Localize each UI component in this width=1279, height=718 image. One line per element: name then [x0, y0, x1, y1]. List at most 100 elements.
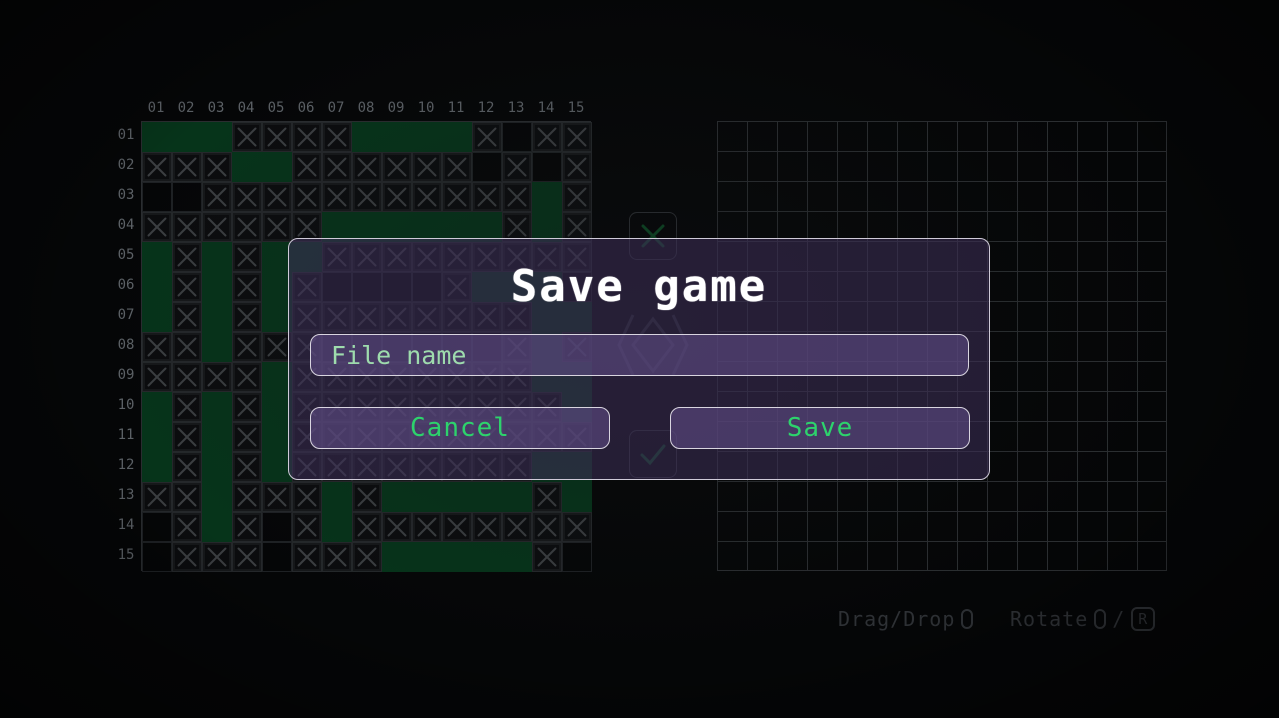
crossed-cell[interactable]: [532, 482, 562, 512]
filled-cell[interactable]: [412, 122, 442, 152]
crossed-cell[interactable]: [262, 482, 292, 512]
crossed-cell[interactable]: [562, 152, 592, 182]
filled-cell[interactable]: [322, 512, 352, 542]
filled-cell[interactable]: [202, 332, 232, 362]
crossed-cell[interactable]: [502, 152, 532, 182]
crossed-cell[interactable]: [412, 512, 442, 542]
crossed-cell[interactable]: [172, 302, 202, 332]
filled-cell[interactable]: [202, 392, 232, 422]
crossed-cell[interactable]: [322, 182, 352, 212]
filled-cell[interactable]: [142, 302, 172, 332]
crossed-cell[interactable]: [232, 182, 262, 212]
crossed-cell[interactable]: [292, 122, 322, 152]
crossed-cell[interactable]: [232, 512, 262, 542]
crossed-cell[interactable]: [562, 182, 592, 212]
filled-cell[interactable]: [202, 272, 232, 302]
crossed-cell[interactable]: [532, 542, 562, 572]
filled-cell[interactable]: [202, 452, 232, 482]
crossed-cell[interactable]: [232, 542, 262, 572]
crossed-cell[interactable]: [322, 152, 352, 182]
filled-cell[interactable]: [202, 482, 232, 512]
crossed-cell[interactable]: [172, 152, 202, 182]
crossed-cell[interactable]: [172, 212, 202, 242]
empty-cell[interactable]: [262, 542, 292, 572]
crossed-cell[interactable]: [142, 362, 172, 392]
crossed-cell[interactable]: [292, 482, 322, 512]
crossed-cell[interactable]: [142, 152, 172, 182]
crossed-cell[interactable]: [322, 542, 352, 572]
filled-cell[interactable]: [382, 482, 412, 512]
filled-cell[interactable]: [202, 422, 232, 452]
empty-cell[interactable]: [262, 512, 292, 542]
save-button[interactable]: Save: [670, 407, 970, 449]
filled-cell[interactable]: [472, 482, 502, 512]
filled-cell[interactable]: [352, 122, 382, 152]
crossed-cell[interactable]: [172, 332, 202, 362]
crossed-cell[interactable]: [172, 242, 202, 272]
filled-cell[interactable]: [562, 482, 592, 512]
crossed-cell[interactable]: [352, 152, 382, 182]
crossed-cell[interactable]: [172, 542, 202, 572]
crossed-cell[interactable]: [232, 272, 262, 302]
filled-cell[interactable]: [142, 122, 172, 152]
crossed-cell[interactable]: [502, 182, 532, 212]
empty-cell[interactable]: [142, 182, 172, 212]
crossed-cell[interactable]: [262, 212, 292, 242]
crossed-cell[interactable]: [232, 482, 262, 512]
crossed-cell[interactable]: [292, 542, 322, 572]
crossed-cell[interactable]: [142, 332, 172, 362]
crossed-cell[interactable]: [532, 512, 562, 542]
crossed-cell[interactable]: [382, 152, 412, 182]
crossed-cell[interactable]: [232, 212, 262, 242]
filled-cell[interactable]: [262, 152, 292, 182]
crossed-cell[interactable]: [232, 422, 262, 452]
crossed-cell[interactable]: [382, 182, 412, 212]
crossed-cell[interactable]: [172, 452, 202, 482]
crossed-cell[interactable]: [202, 182, 232, 212]
crossed-cell[interactable]: [202, 212, 232, 242]
filled-cell[interactable]: [442, 122, 472, 152]
filled-cell[interactable]: [142, 242, 172, 272]
crossed-cell[interactable]: [172, 422, 202, 452]
crossed-cell[interactable]: [232, 362, 262, 392]
crossed-cell[interactable]: [442, 152, 472, 182]
crossed-cell[interactable]: [172, 482, 202, 512]
crossed-cell[interactable]: [172, 392, 202, 422]
crossed-cell[interactable]: [142, 482, 172, 512]
filled-cell[interactable]: [232, 152, 262, 182]
crossed-cell[interactable]: [472, 182, 502, 212]
filled-cell[interactable]: [202, 242, 232, 272]
crossed-cell[interactable]: [352, 182, 382, 212]
filled-cell[interactable]: [442, 542, 472, 572]
crossed-cell[interactable]: [202, 542, 232, 572]
crossed-cell[interactable]: [412, 182, 442, 212]
crossed-cell[interactable]: [262, 122, 292, 152]
filled-cell[interactable]: [202, 302, 232, 332]
filled-cell[interactable]: [472, 542, 502, 572]
crossed-cell[interactable]: [412, 152, 442, 182]
crossed-cell[interactable]: [472, 122, 502, 152]
filled-cell[interactable]: [172, 122, 202, 152]
empty-cell[interactable]: [472, 152, 502, 182]
crossed-cell[interactable]: [142, 212, 172, 242]
filled-cell[interactable]: [202, 122, 232, 152]
crossed-cell[interactable]: [502, 512, 532, 542]
crossed-cell[interactable]: [202, 362, 232, 392]
filled-cell[interactable]: [142, 422, 172, 452]
crossed-cell[interactable]: [352, 482, 382, 512]
filled-cell[interactable]: [142, 392, 172, 422]
crossed-cell[interactable]: [172, 362, 202, 392]
filled-cell[interactable]: [142, 272, 172, 302]
crossed-cell[interactable]: [232, 392, 262, 422]
empty-cell[interactable]: [532, 152, 562, 182]
filled-cell[interactable]: [502, 542, 532, 572]
filled-cell[interactable]: [202, 512, 232, 542]
crossed-cell[interactable]: [562, 122, 592, 152]
filled-cell[interactable]: [412, 542, 442, 572]
crossed-cell[interactable]: [442, 182, 472, 212]
crossed-cell[interactable]: [232, 122, 262, 152]
filled-cell[interactable]: [382, 122, 412, 152]
empty-cell[interactable]: [172, 182, 202, 212]
crossed-cell[interactable]: [472, 512, 502, 542]
crossed-cell[interactable]: [352, 512, 382, 542]
